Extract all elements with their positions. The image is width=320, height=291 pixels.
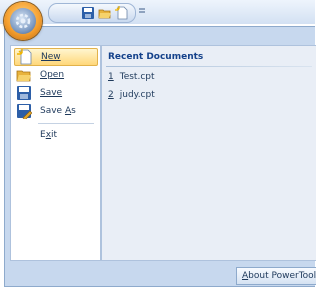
new-document-icon[interactable]: [115, 6, 129, 20]
gear-icon: [10, 8, 36, 34]
menu-bottom-bar: About PowerTool: [5, 263, 316, 286]
save-icon[interactable]: [81, 6, 95, 20]
save-as-icon: [17, 104, 32, 119]
about-button-label: About PowerTool: [242, 271, 316, 281]
menu-item-save-as[interactable]: Save As: [14, 102, 98, 120]
open-folder-icon[interactable]: [98, 6, 112, 20]
menu-item-label: New: [41, 52, 61, 62]
recent-document-item[interactable]: 1 Test.cpt: [108, 72, 155, 82]
application-menu: New Open Save Save As Exit Recent Docume…: [4, 26, 316, 287]
menu-item-label: Open: [40, 70, 65, 80]
menu-item-exit[interactable]: Exit: [14, 126, 98, 144]
menu-item-save[interactable]: Save: [14, 84, 98, 102]
office-button[interactable]: [4, 2, 42, 40]
title-bar: [0, 0, 315, 24]
menu-item-open[interactable]: Open: [14, 66, 98, 84]
menu-item-label: Save: [40, 88, 63, 98]
customize-quick-access-button[interactable]: [138, 5, 146, 17]
quick-access-toolbar: [48, 3, 136, 23]
open-folder-icon: [16, 70, 31, 82]
exit-icon-placeholder: [16, 127, 32, 143]
save-icon: [17, 86, 31, 100]
menu-item-label: Exit: [40, 130, 58, 140]
recent-documents-divider: [106, 66, 312, 67]
new-document-icon: [17, 49, 32, 65]
recent-document-item[interactable]: 2 judy.cpt: [108, 90, 155, 100]
about-powertool-button[interactable]: About PowerTool: [236, 267, 316, 285]
menu-commands-pane: New Open Save Save As Exit: [10, 45, 101, 261]
menu-item-new[interactable]: New: [14, 48, 98, 66]
recent-documents-pane: Recent Documents 1 Test.cpt 2 judy.cpt: [101, 45, 316, 261]
menu-item-label: Save As: [40, 106, 76, 116]
menu-separator: [38, 123, 94, 124]
recent-documents-header: Recent Documents: [108, 52, 204, 62]
